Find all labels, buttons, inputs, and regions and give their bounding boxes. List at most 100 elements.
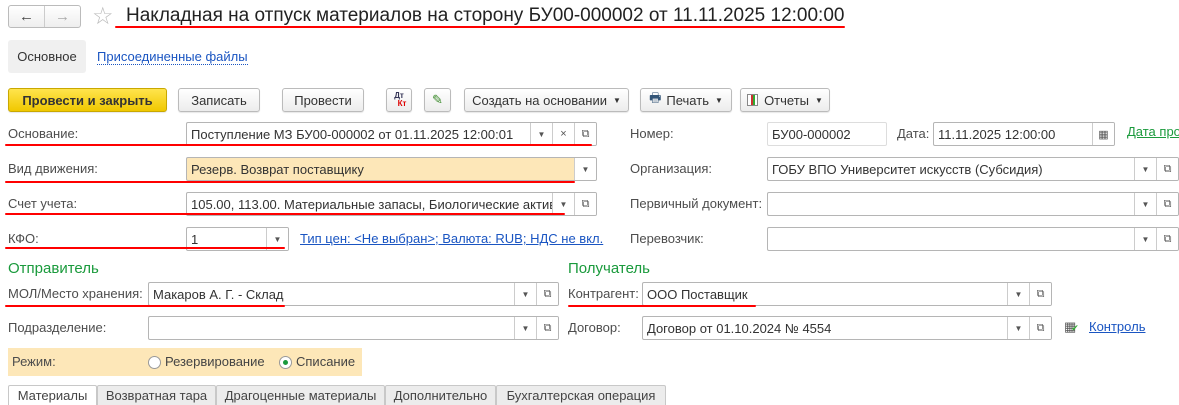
radio-writeoff-label: Списание [296,354,356,369]
radio-writeoff[interactable]: Списание [279,350,355,374]
contract-label: Договор: [568,320,621,335]
annotation-underline [5,181,575,183]
radio-icon[interactable] [148,356,161,370]
create-based-on-label: Создать на основании [472,92,607,108]
counterparty-value: ООО Поставщик [647,286,748,302]
org-label: Организация: [630,161,713,176]
report-icon [747,94,759,106]
create-based-on-button[interactable]: Создать на основании ▼ [464,88,629,112]
contract-field[interactable]: Договор от 01.10.2024 № 4554 ▼ ⧉ [642,316,1052,340]
mode-label: Режим: [12,354,56,369]
annotation-underline [568,305,756,307]
date-link[interactable]: Дата про [1127,120,1179,144]
printer-icon: 🖶 [649,90,662,105]
calendar-icon[interactable]: ▦ [1092,123,1114,145]
open-icon[interactable]: ⧉ [1156,228,1178,250]
open-icon[interactable]: ⧉ [574,123,596,145]
annotation-underline [5,247,285,249]
open-icon[interactable]: ⧉ [1029,283,1051,305]
counterparty-field[interactable]: ООО Поставщик ▼ ⧉ [642,282,1052,306]
open-icon[interactable]: ⧉ [1156,158,1178,180]
kfo-value: 1 [191,231,199,247]
date-label: Дата: [897,126,930,141]
number-field[interactable]: БУ00-000002 [767,122,887,146]
sender-title: Отправитель [8,260,99,277]
mol-field[interactable]: Макаров А. Г. - Склад ▼ ⧉ [148,282,559,306]
back-button[interactable]: ← [9,6,45,27]
org-field[interactable]: ГОБУ ВПО Университет искусств (Субсидия)… [767,157,1179,181]
favorite-star-icon[interactable]: ☆ [92,2,114,31]
forward-icon: → [55,8,70,25]
back-icon: ← [19,8,34,25]
open-icon[interactable]: ⧉ [1029,317,1051,339]
annotation-underline [5,213,565,215]
basis-field[interactable]: Поступление МЗ БУ00-000002 от 01.11.2025… [186,122,597,146]
open-icon[interactable]: ⧉ [536,317,558,339]
primary-doc-label: Первичный документ: [630,196,763,211]
dropdown-icon[interactable]: ▼ [514,283,536,305]
radio-selected-icon[interactable] [279,356,292,370]
dept-field[interactable]: ▼ ⧉ [148,316,559,340]
dropdown-icon[interactable]: ▼ [552,193,574,215]
price-settings-link[interactable]: Тип цен: <Не выбран>; Валюта: RUB; НДС н… [300,227,610,251]
dropdown-icon[interactable]: ▼ [1007,317,1029,339]
pencil-clock-icon: ✎ [432,92,443,107]
annotation-underline [5,144,592,146]
print-button[interactable]: 🖶 Печать ▼ [640,88,732,112]
dropdown-icon[interactable]: ▼ [514,317,536,339]
nav-buttons: ← → [8,5,81,28]
open-icon[interactable]: ⧉ [536,283,558,305]
tab-main[interactable]: Основное [8,40,86,73]
dt-kt-button[interactable]: Дт Кт [386,88,412,112]
dropdown-icon[interactable]: ▼ [1007,283,1029,305]
tab-accounting-operation[interactable]: Бухгалтерская операция [496,385,666,405]
page-title: Накладная на отпуск материалов на сторон… [126,5,845,26]
movement-field[interactable]: Резерв. Возврат поставщику ▼ [186,157,597,181]
reports-button[interactable]: Отчеты ▼ [740,88,830,112]
radio-reserve[interactable]: Резервирование [148,350,265,374]
number-value: БУ00-000002 [772,126,851,142]
kt-icon: Кт [397,99,407,108]
account-value: 105.00, 113.00. Материальные запасы, Био… [191,196,552,212]
tab-attached-files[interactable]: Присоединенные файлы [97,49,248,65]
forward-button[interactable]: → [45,6,80,27]
basis-label: Основание: [8,126,79,141]
post-button[interactable]: Провести [282,88,364,112]
dropdown-icon[interactable]: ▼ [574,158,596,180]
basis-value: Поступление МЗ БУ00-000002 от 01.11.2025… [191,126,514,142]
dropdown-icon[interactable]: ▼ [1134,228,1156,250]
counterparty-label: Контрагент: [568,286,639,301]
edit-history-button[interactable]: ✎ [424,88,451,112]
mol-value: Макаров А. Г. - Склад [153,286,284,302]
save-button[interactable]: Записать [178,88,260,112]
movement-label: Вид движения: [8,161,98,176]
annotation-underline [5,305,285,307]
dropdown-icon[interactable]: ▼ [1134,193,1156,215]
tab-precious-materials[interactable]: Драгоценные материалы [216,385,385,405]
tab-returnable-packaging[interactable]: Возвратная тара [97,385,216,405]
chevron-down-icon: ▼ [714,95,723,105]
number-label: Номер: [630,126,674,141]
print-label: Печать [666,92,709,108]
clear-icon[interactable]: × [552,123,574,145]
dept-label: Подразделение: [8,320,107,335]
dropdown-icon[interactable]: ▼ [530,123,552,145]
contract-value: Договор от 01.10.2024 № 4554 [647,320,832,336]
chevron-down-icon: ▼ [612,95,621,105]
post-and-close-button[interactable]: Провести и закрыть [8,88,167,112]
tab-additional[interactable]: Дополнительно [385,385,496,405]
carrier-label: Перевозчик: [630,231,704,246]
chevron-down-icon: ▼ [815,95,823,105]
tab-materials[interactable]: Материалы [8,385,97,405]
dropdown-icon[interactable]: ▼ [1134,158,1156,180]
open-icon[interactable]: ⧉ [574,193,596,215]
date-field[interactable]: 11.11.2025 12:00:00 ▦ [933,122,1115,146]
open-icon[interactable]: ⧉ [1156,193,1178,215]
movement-value: Резерв. Возврат поставщику [191,161,364,177]
carrier-field[interactable]: ▼ ⧉ [767,227,1179,251]
control-link[interactable]: Контроль [1089,315,1145,339]
org-value: ГОБУ ВПО Университет искусств (Субсидия) [772,161,1043,177]
annotation-underline [115,26,845,28]
primary-doc-field[interactable]: ▼ ⧉ [767,192,1179,216]
mol-label: МОЛ/Место хранения: [8,286,143,301]
